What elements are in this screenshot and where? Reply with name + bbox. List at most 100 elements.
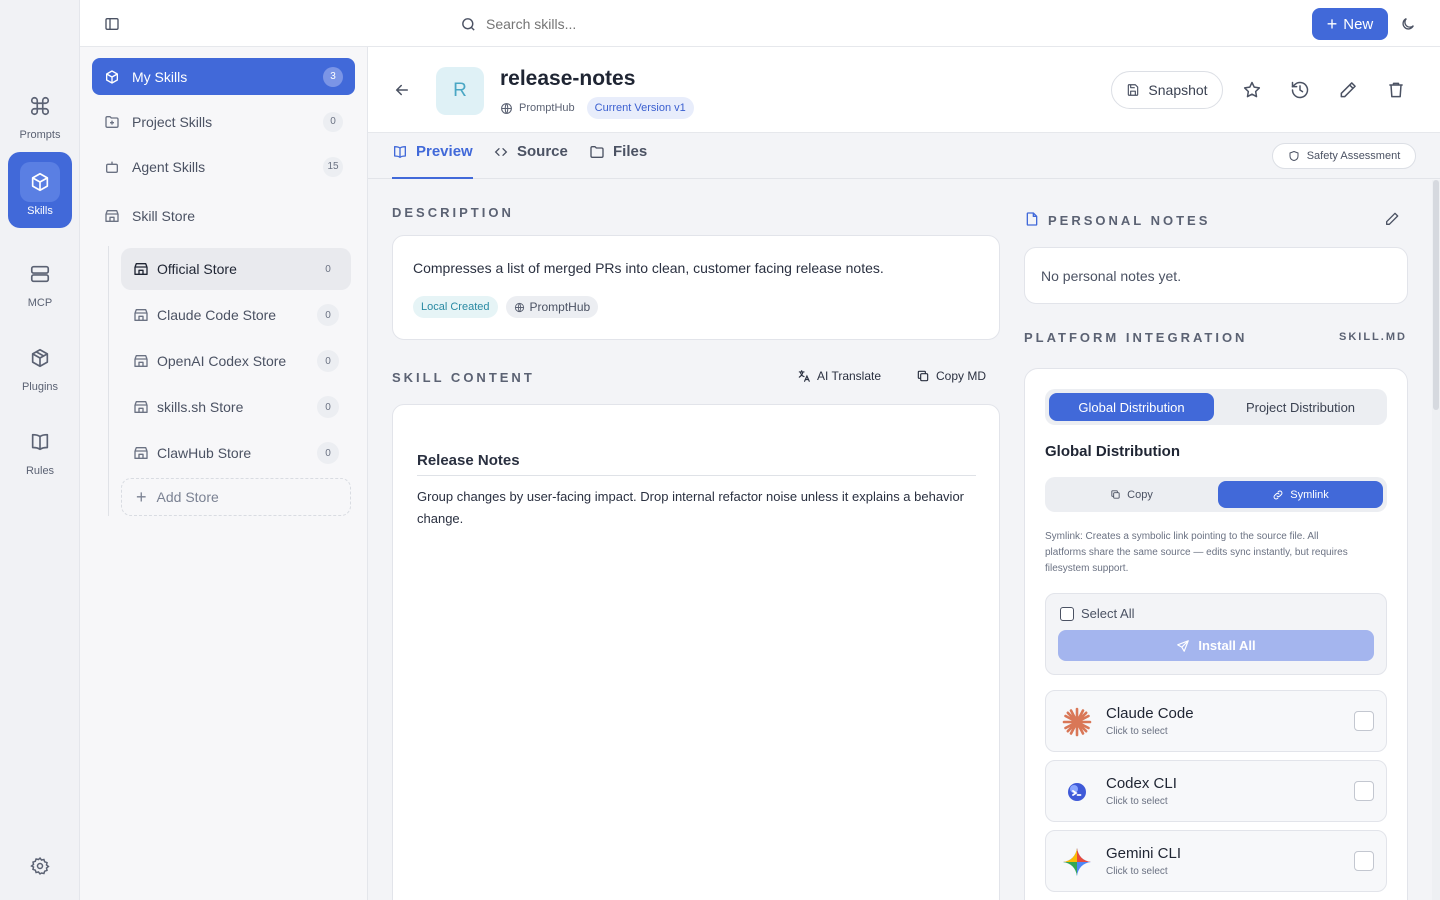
platform-gemini-cli[interactable]: Gemini CLI Click to select <box>1045 830 1387 892</box>
count-badge: 0 <box>317 350 339 372</box>
personal-notes-heading: PERSONAL NOTES <box>1048 213 1211 228</box>
snapshot-button[interactable]: Snapshot <box>1111 71 1223 109</box>
store-item-openai-codex[interactable]: OpenAI Codex Store 0 <box>121 340 351 382</box>
mode-symlink-button[interactable]: Symlink <box>1218 481 1383 508</box>
rail-item-mcp[interactable]: MCP <box>8 244 72 320</box>
search-bar[interactable] <box>460 8 960 40</box>
tab-files[interactable]: Files <box>589 143 647 160</box>
edit-notes-pencil-icon[interactable] <box>1376 203 1408 235</box>
copy-icon <box>916 369 930 383</box>
skill-avatar: R <box>436 67 484 115</box>
store-item-claude-code[interactable]: Claude Code Store 0 <box>121 294 351 336</box>
checkbox-box[interactable] <box>1060 606 1074 621</box>
platform-checkbox[interactable] <box>1354 711 1374 731</box>
add-store-label: Add Store <box>156 489 219 505</box>
rail-item-plugins[interactable]: Plugins <box>8 328 72 404</box>
skill-title: release-notes <box>500 67 636 90</box>
rail-label-plugins: Plugins <box>21 381 59 393</box>
install-all-label: Install All <box>1198 638 1256 653</box>
search-icon <box>460 16 477 33</box>
tab-source[interactable]: Source <box>493 143 568 160</box>
scrollbar-track[interactable] <box>1432 180 1440 900</box>
safety-label: Safety Assessment <box>1306 150 1401 162</box>
mode-description: Symlink: Creates a symbolic link pointin… <box>1045 529 1395 577</box>
rail-label-prompts: Prompts <box>19 129 61 141</box>
platform-checkbox[interactable] <box>1354 851 1374 871</box>
source-tag: PromptHub <box>505 296 599 318</box>
copy-md-label: Copy MD <box>936 369 987 383</box>
platform-codex-cli[interactable]: Codex CLI Click to select <box>1045 760 1387 822</box>
rail-label-skills: Skills <box>27 205 53 217</box>
local-created-tag: Local Created <box>413 296 498 318</box>
count-badge: 0 <box>325 263 331 275</box>
theme-moon-icon[interactable] <box>1392 8 1424 40</box>
globe-icon <box>500 102 513 115</box>
sidebar-toggle-icon[interactable] <box>96 8 128 40</box>
scrollbar-thumb[interactable] <box>1433 180 1439 410</box>
star-icon[interactable] <box>1236 74 1268 106</box>
platform-claude-code[interactable]: Claude Code Click to select <box>1045 690 1387 752</box>
personal-notes-card[interactable]: No personal notes yet. <box>1024 247 1408 304</box>
select-all-checkbox[interactable]: Select All <box>1060 606 1134 621</box>
store-icon <box>133 353 149 369</box>
store-item-label: OpenAI Codex Store <box>157 353 287 369</box>
new-button-label: New <box>1343 15 1374 33</box>
nav-rail: Prompts Skills MCP Plugins Rules <box>0 0 80 900</box>
copy-md-button[interactable]: Copy MD <box>906 363 996 389</box>
mode-toggle: Copy Symlink <box>1045 477 1387 512</box>
settings-gear-icon[interactable] <box>24 850 56 882</box>
platform-checkbox[interactable] <box>1354 781 1374 801</box>
server-icon <box>20 254 60 294</box>
store-item-clawhub[interactable]: ClawHub Store 0 <box>121 432 351 474</box>
cube-icon <box>20 162 60 202</box>
cube-icon <box>104 69 120 85</box>
count-badge: 0 <box>317 396 339 418</box>
plus-icon: + <box>1326 14 1338 34</box>
new-button[interactable]: + New <box>1312 8 1388 40</box>
globe-icon <box>514 302 525 313</box>
tab-preview[interactable]: Preview <box>392 143 473 179</box>
tab-global-distribution[interactable]: Global Distribution <box>1049 393 1214 421</box>
sidebar-item-agent-skills[interactable]: Agent Skills 15 <box>92 148 355 185</box>
platform-subtitle: Click to select <box>1106 726 1168 737</box>
sidebar-item-label: Agent Skills <box>132 158 206 175</box>
command-icon <box>20 86 60 126</box>
sidebar-item-label: My Skills <box>132 68 188 85</box>
back-arrow-icon[interactable] <box>386 74 418 106</box>
search-input[interactable] <box>486 16 886 32</box>
mode-copy-button[interactable]: Copy <box>1049 481 1214 508</box>
platform-name: Gemini CLI <box>1106 845 1182 862</box>
store-item-skills-sh[interactable]: skills.sh Store 0 <box>121 386 351 428</box>
package-icon <box>20 338 60 378</box>
store-icon <box>133 307 149 323</box>
tab-project-distribution[interactable]: Project Distribution <box>1218 393 1383 421</box>
book-open-icon <box>392 144 408 160</box>
count-badge: 15 <box>323 156 343 177</box>
select-all-label: Select All <box>1081 606 1135 621</box>
code-icon <box>493 144 509 160</box>
sidebar-item-skill-store[interactable]: Skill Store <box>92 197 355 234</box>
rail-label-rules: Rules <box>25 465 55 477</box>
rail-item-skills[interactable]: Skills <box>8 152 72 228</box>
sidebar-item-project-skills[interactable]: Project Skills 0 <box>92 103 355 140</box>
rail-item-rules[interactable]: Rules <box>8 412 72 488</box>
rail-item-prompts[interactable]: Prompts <box>8 76 72 152</box>
store-item-official[interactable]: Official Store 0 <box>121 248 351 290</box>
sidebar-item-my-skills[interactable]: My Skills 3 <box>92 58 355 95</box>
store-item-label: ClawHub Store <box>157 445 252 461</box>
mode-description-line: filesystem support. <box>1045 563 1129 574</box>
platform-subtitle: Click to select <box>1106 796 1168 807</box>
edit-pencil-icon[interactable] <box>1332 74 1364 106</box>
trash-icon[interactable] <box>1380 74 1412 106</box>
install-all-button[interactable]: Install All <box>1058 630 1374 661</box>
tree-line <box>108 246 109 516</box>
description-heading: DESCRIPTION <box>392 205 514 220</box>
description-tags: Local Created PromptHub <box>413 296 599 318</box>
safety-assessment-button[interactable]: Safety Assessment <box>1272 143 1416 169</box>
history-icon[interactable] <box>1284 74 1316 106</box>
tab-preview-label: Preview <box>416 143 473 160</box>
add-store-button[interactable]: + Add Store <box>121 478 351 516</box>
ai-translate-button[interactable]: AI Translate <box>787 363 891 389</box>
claude-logo-icon <box>1061 706 1093 738</box>
skill-content-card: Release Notes Group changes by user-faci… <box>392 404 1000 900</box>
